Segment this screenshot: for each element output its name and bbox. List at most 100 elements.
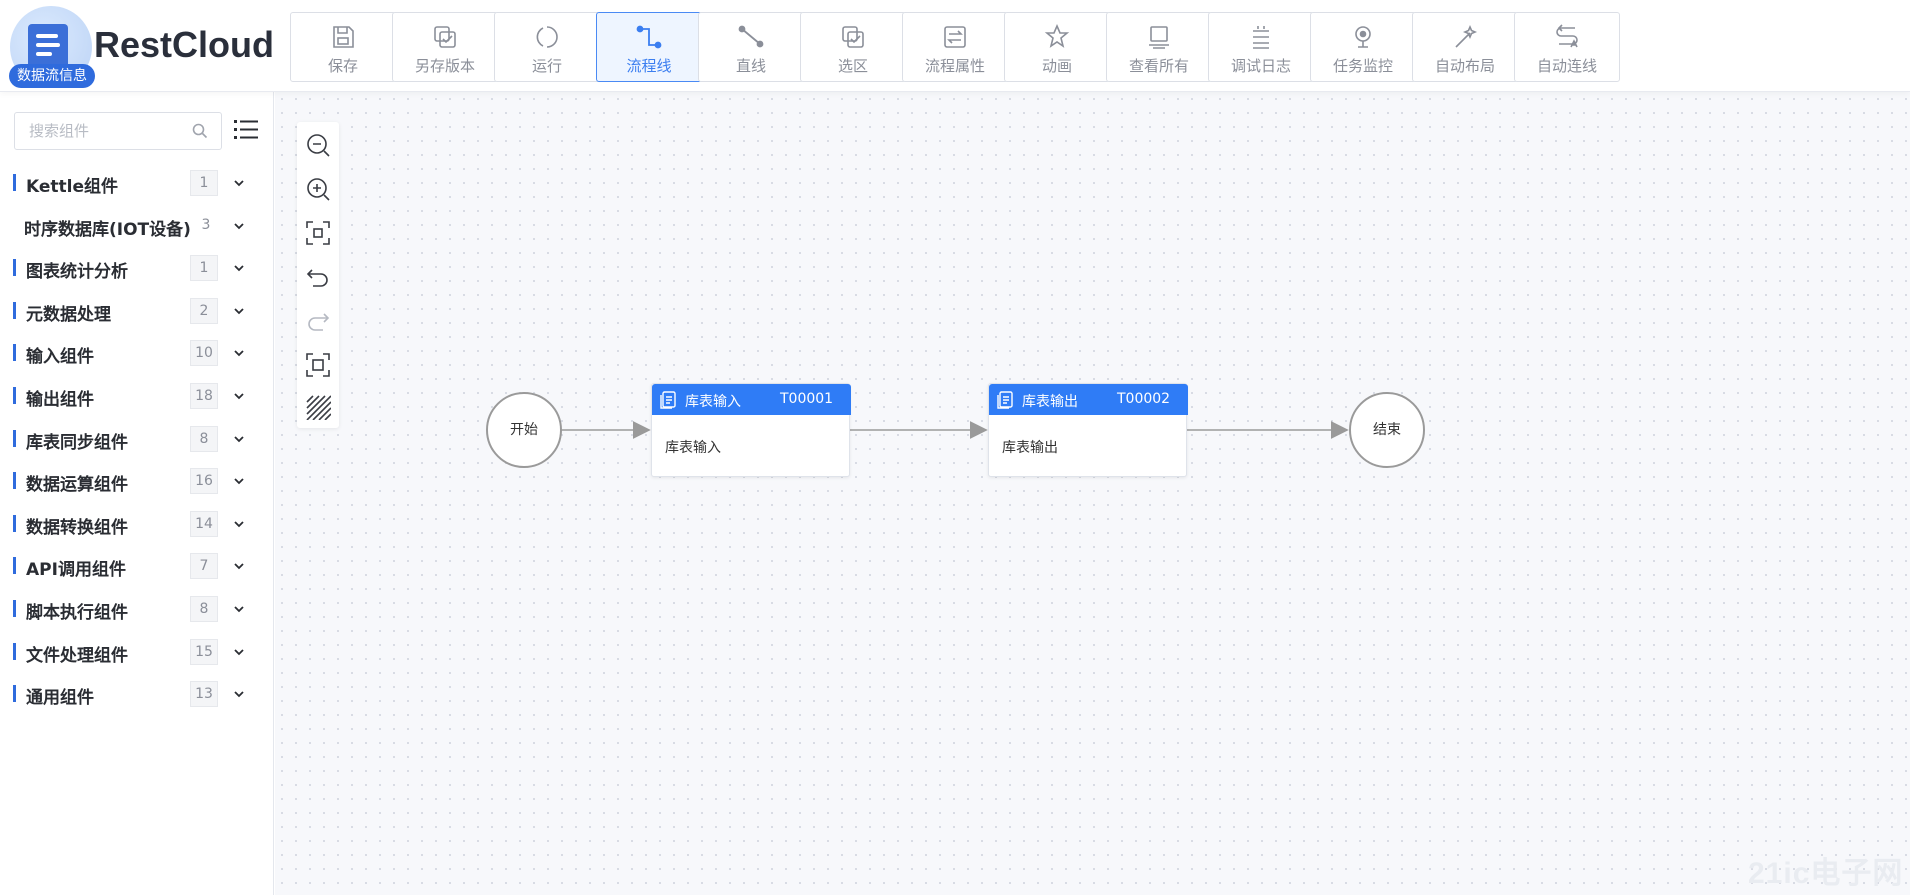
category-marker [13,472,16,490]
auto-connect-label: 自动连线 [1536,57,1597,75]
node-title: 库表输入 [685,394,741,410]
category-item[interactable]: 输出组件 18 [0,375,274,418]
node-description: 库表输入 [665,440,721,456]
category-count: 10 [190,340,218,367]
chevron-down-icon[interactable] [232,176,246,190]
category-marker [13,301,16,319]
app-logo: RestCloud 数据流信息 [8,4,278,88]
debug-log-button[interactable]: 调试日志 [1208,12,1314,82]
category-marker [13,685,16,703]
chevron-down-icon[interactable] [232,346,246,360]
category-item[interactable]: 元数据处理 2 [0,290,274,333]
search-icon[interactable] [191,122,209,140]
category-marker [13,174,16,191]
category-item[interactable]: 时序数据库(IOT设备) 3 [0,205,274,248]
node-header: 库表输出 T00002 [989,384,1188,415]
category-label: Kettle组件 [26,177,119,197]
straight-line-button[interactable]: 直线 [698,12,804,82]
category-item[interactable]: 数据运算组件 16 [0,460,274,503]
save-version-label: 另存版本 [414,57,475,75]
category-count: 15 [190,638,218,665]
animation-button[interactable]: 动画 [1004,12,1110,82]
component-search[interactable] [14,112,222,150]
save-label: 保存 [327,57,358,75]
view-all-icon [1149,26,1169,49]
straight-line-icon [738,25,764,48]
flow-properties-label: 流程属性 [924,57,985,75]
category-item[interactable]: 脚本执行组件 8 [0,588,274,631]
category-item[interactable]: 通用组件 13 [0,673,274,716]
auto-connect-icon [1556,24,1578,48]
category-marker [13,514,16,532]
category-count: 1 [190,255,218,282]
task-monitor-button[interactable]: 任务监控 [1310,12,1416,82]
select-area-button[interactable]: 选区 [800,12,906,82]
table-input-node[interactable]: 库表输入 T00001 库表输入 [651,383,851,477]
flow-line-button[interactable]: 流程线 [596,12,702,82]
category-item[interactable]: API调用组件 7 [0,545,274,588]
chevron-down-icon[interactable] [232,602,246,616]
view-all-button[interactable]: 查看所有 [1106,12,1212,82]
chevron-down-icon[interactable] [232,219,246,233]
node-title: 库表输出 [1022,394,1078,410]
table-output-node[interactable]: 库表输出 T00002 库表输出 [988,383,1188,477]
chevron-down-icon[interactable] [232,474,246,488]
start-node[interactable]: 开始 [486,392,562,468]
category-count: 7 [190,553,218,580]
category-count: 14 [190,510,218,537]
flow-line-icon [636,25,662,49]
node-code: T00002 [1117,391,1171,407]
run-icon [536,26,558,48]
debug-log-icon [1253,26,1269,49]
category-item[interactable]: 输入组件 10 [0,332,274,375]
category-item[interactable]: Kettle组件 1 [0,162,274,205]
category-label: 输入组件 [26,347,94,368]
category-marker [13,259,16,277]
category-item[interactable]: 数据转换组件 14 [0,503,274,546]
flow-properties-icon [944,26,966,48]
category-label: 通用组件 [26,688,94,709]
chevron-down-icon[interactable] [232,304,246,318]
chevron-down-icon[interactable] [232,517,246,531]
view-all-label: 查看所有 [1128,57,1189,75]
list-view-icon[interactable] [232,116,260,144]
chevron-down-icon[interactable] [232,432,246,446]
category-count: 13 [190,681,218,708]
category-item[interactable]: 文件处理组件 15 [0,631,274,674]
category-count: 2 [190,297,218,324]
category-count: 1 [190,170,218,196]
save-version-button[interactable]: 另存版本 [392,12,498,82]
category-item[interactable]: 库表同步组件 8 [0,418,274,461]
run-button[interactable]: 运行 [494,12,600,82]
task-monitor-icon [1355,26,1371,48]
flow-line-label: 流程线 [626,57,672,75]
animation-label: 动画 [1041,57,1072,75]
component-search-input[interactable] [29,120,189,142]
category-item[interactable]: 图表统计分析 1 [0,247,274,290]
save-button[interactable]: 保存 [290,12,396,82]
auto-layout-button[interactable]: 自动布局 [1412,12,1518,82]
chevron-down-icon[interactable] [232,261,246,275]
top-header: RestCloud 数据流信息 保存 另存版本 运行 流程线 直线 选区 流程属… [0,0,1910,92]
category-label: 脚本执行组件 [26,602,128,623]
straight-line-label: 直线 [735,57,766,75]
animation-icon [1044,23,1070,48]
category-count: 18 [190,382,218,409]
node-description: 库表输出 [1002,440,1058,456]
category-label: 数据转换组件 [26,517,128,538]
end-node[interactable]: 结束 [1349,392,1425,468]
debug-log-label: 调试日志 [1230,57,1291,75]
flow-properties-button[interactable]: 流程属性 [902,12,1008,82]
dataflow-info-tag[interactable]: 数据流信息 [9,64,95,88]
chevron-down-icon[interactable] [232,389,246,403]
document-icon [997,391,1013,409]
category-marker [13,386,16,404]
flow-canvas[interactable]: 开始 库表输入 T00001 库表输入 库表输出 T00002 库表输出 结束 [275,92,1910,895]
category-marker [13,344,16,362]
chevron-down-icon[interactable] [232,645,246,659]
chevron-down-icon[interactable] [232,559,246,573]
auto-connect-button[interactable]: 自动连线 [1514,12,1620,82]
chevron-down-icon[interactable] [232,687,246,701]
node-code: T00001 [780,391,834,407]
site-watermark: 21ic电子网 [1748,857,1904,890]
